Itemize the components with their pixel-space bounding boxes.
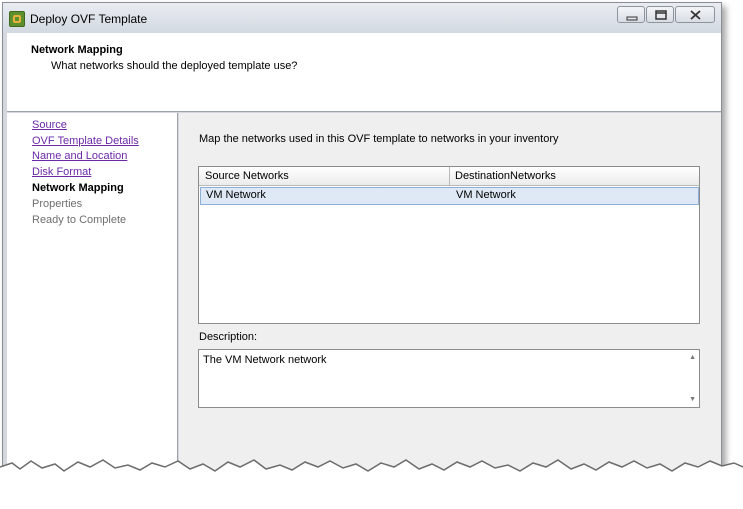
deploy-ovf-window: Deploy OVF Template Network Mapping What… xyxy=(2,2,722,509)
cell-source-network: VM Network xyxy=(206,189,266,201)
wizard-header: Network Mapping What networks should the… xyxy=(7,33,721,112)
main-content: Map the networks used in this OVF templa… xyxy=(179,113,721,508)
nav-step-name-and-location[interactable]: Name and Location xyxy=(32,150,127,162)
close-icon xyxy=(690,10,701,20)
nav-step-source[interactable]: Source xyxy=(32,119,67,131)
nav-step-disk-format[interactable]: Disk Format xyxy=(32,166,91,178)
maximize-icon xyxy=(655,10,667,20)
vsphere-app-icon xyxy=(9,11,25,27)
table-row[interactable]: VM Network VM Network xyxy=(200,187,699,205)
scroll-up-arrow-icon[interactable]: ▲ xyxy=(689,354,696,361)
nav-step-properties: Properties xyxy=(32,198,83,210)
nav-step-network-mapping: Network Mapping xyxy=(32,182,124,194)
scroll-down-arrow-icon[interactable]: ▼ xyxy=(689,396,696,403)
torn-edge-decoration xyxy=(0,459,743,509)
close-button[interactable] xyxy=(675,6,715,23)
minimize-button[interactable] xyxy=(617,6,645,23)
column-header-source-networks[interactable]: Source Networks xyxy=(205,170,289,182)
column-divider[interactable] xyxy=(449,167,450,185)
nav-step-ready-to-complete: Ready to Complete xyxy=(32,214,127,226)
description-text: The VM Network network xyxy=(203,354,327,366)
page-title: Network Mapping xyxy=(31,44,123,56)
maximize-button[interactable] xyxy=(646,6,674,23)
window-title: Deploy OVF Template xyxy=(30,12,148,26)
wizard-steps-nav: Source OVF Template Details Name and Loc… xyxy=(7,113,178,508)
cell-destination-network[interactable]: VM Network xyxy=(456,189,516,201)
title-bar[interactable]: Deploy OVF Template xyxy=(3,3,721,33)
description-label: Description: xyxy=(199,331,258,343)
minimize-icon xyxy=(626,16,638,21)
instructions-text: Map the networks used in this OVF templa… xyxy=(199,133,559,145)
page-subtitle: What networks should the deployed templa… xyxy=(51,60,298,72)
column-header-destination-networks[interactable]: DestinationNetworks xyxy=(455,170,556,182)
table-header: Source Networks DestinationNetworks xyxy=(199,167,699,186)
network-mapping-table[interactable]: Source Networks DestinationNetworks VM N… xyxy=(198,166,700,324)
nav-step-ovf-template-details[interactable]: OVF Template Details xyxy=(32,135,139,147)
description-box[interactable]: The VM Network network ▲ ▼ xyxy=(198,349,700,408)
